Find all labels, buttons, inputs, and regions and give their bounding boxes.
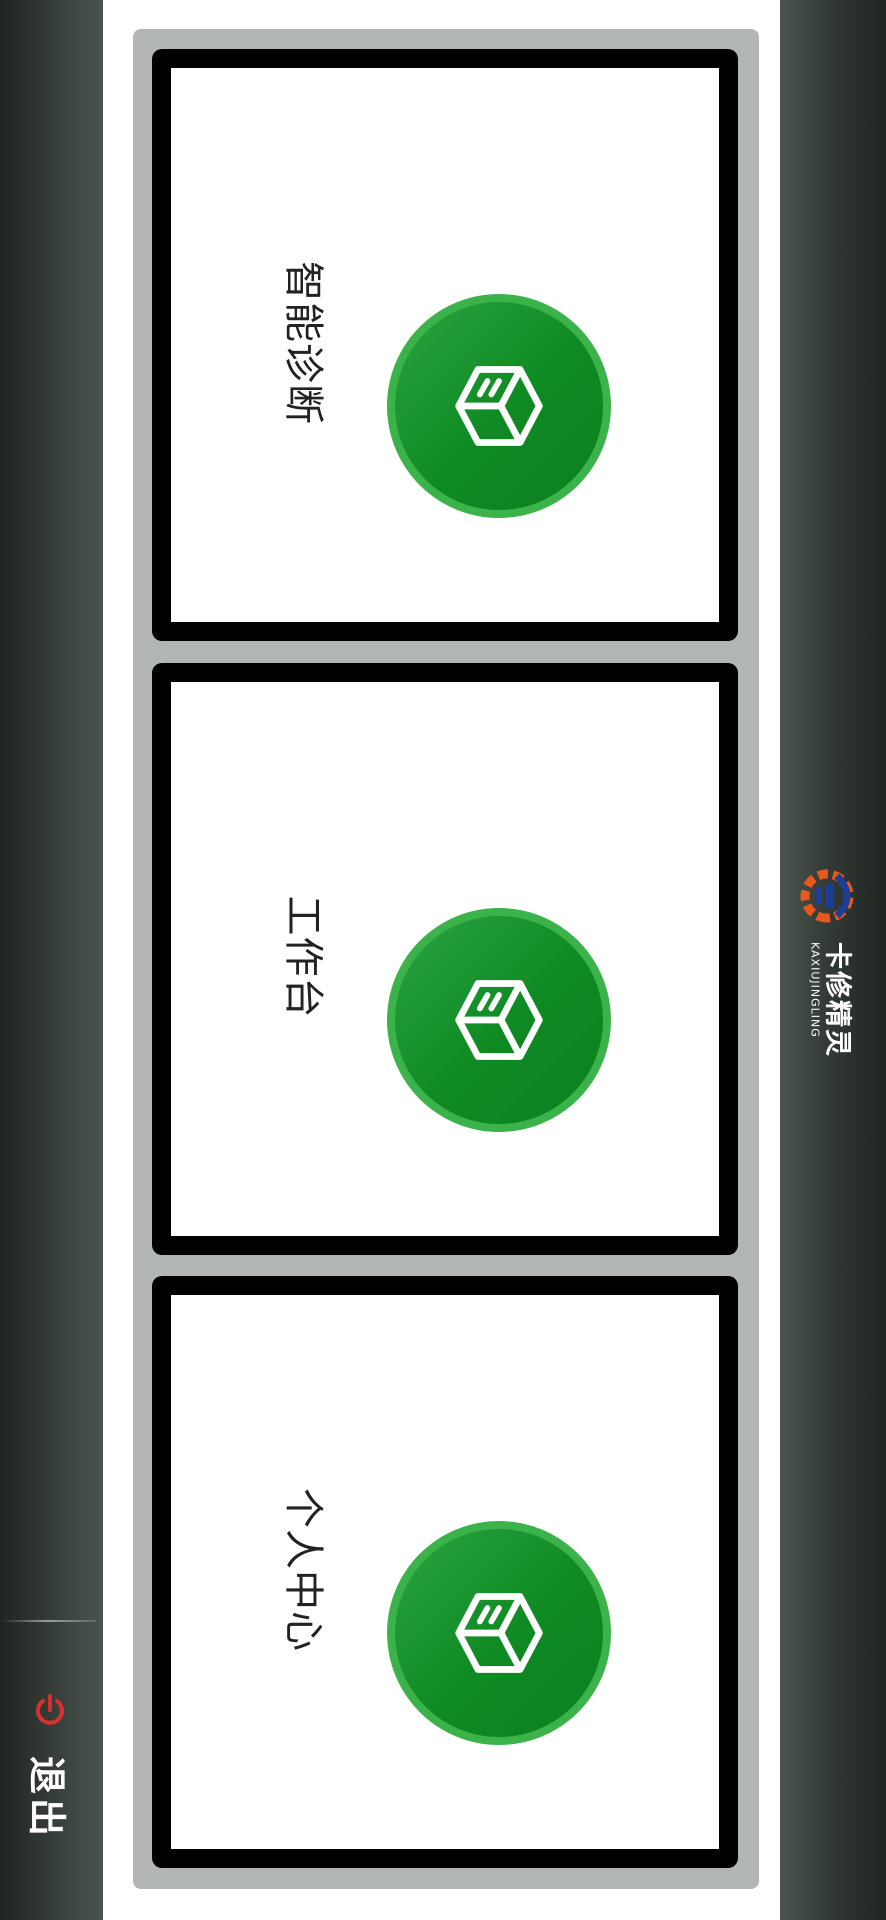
power-icon	[30, 1690, 70, 1730]
cube-icon	[455, 366, 543, 446]
menu-card-label: 个人中心	[280, 1488, 326, 1652]
logout-label: 退出	[24, 1755, 69, 1841]
brand-logo-block: 卡修精灵 KAXIUJINGLING	[780, 860, 880, 1070]
menu-card-workbench[interactable]: 工作台	[152, 663, 738, 1255]
menu-icon-circle	[387, 908, 611, 1132]
brand-text: 卡修精灵 KAXIUJINGLING	[808, 942, 853, 1058]
menu-card-smart-diagnosis[interactable]: 智能诊断	[152, 49, 738, 641]
bottom-bar: 退出	[0, 0, 103, 1920]
menu-icon-circle	[387, 294, 611, 518]
cube-icon	[455, 1593, 543, 1673]
menu-card-label: 智能诊断	[280, 261, 326, 425]
menu-card-personal-center[interactable]: 个人中心	[152, 1276, 738, 1868]
menu-icon-circle	[387, 1521, 611, 1745]
app-screen: 退出 智能诊断 工作台 个人中心 卡修精灵 KAXIUJINGLING	[0, 0, 886, 1920]
bar-divider	[0, 1620, 96, 1622]
menu-card-label: 工作台	[280, 895, 326, 1019]
brand-name: 卡修精灵	[821, 942, 853, 1058]
cube-icon	[455, 980, 543, 1060]
brand-gear-logo-icon	[795, 860, 867, 932]
brand-subtitle: KAXIUJINGLING	[808, 942, 822, 1038]
logout-button[interactable]: 退出	[0, 1690, 103, 1850]
